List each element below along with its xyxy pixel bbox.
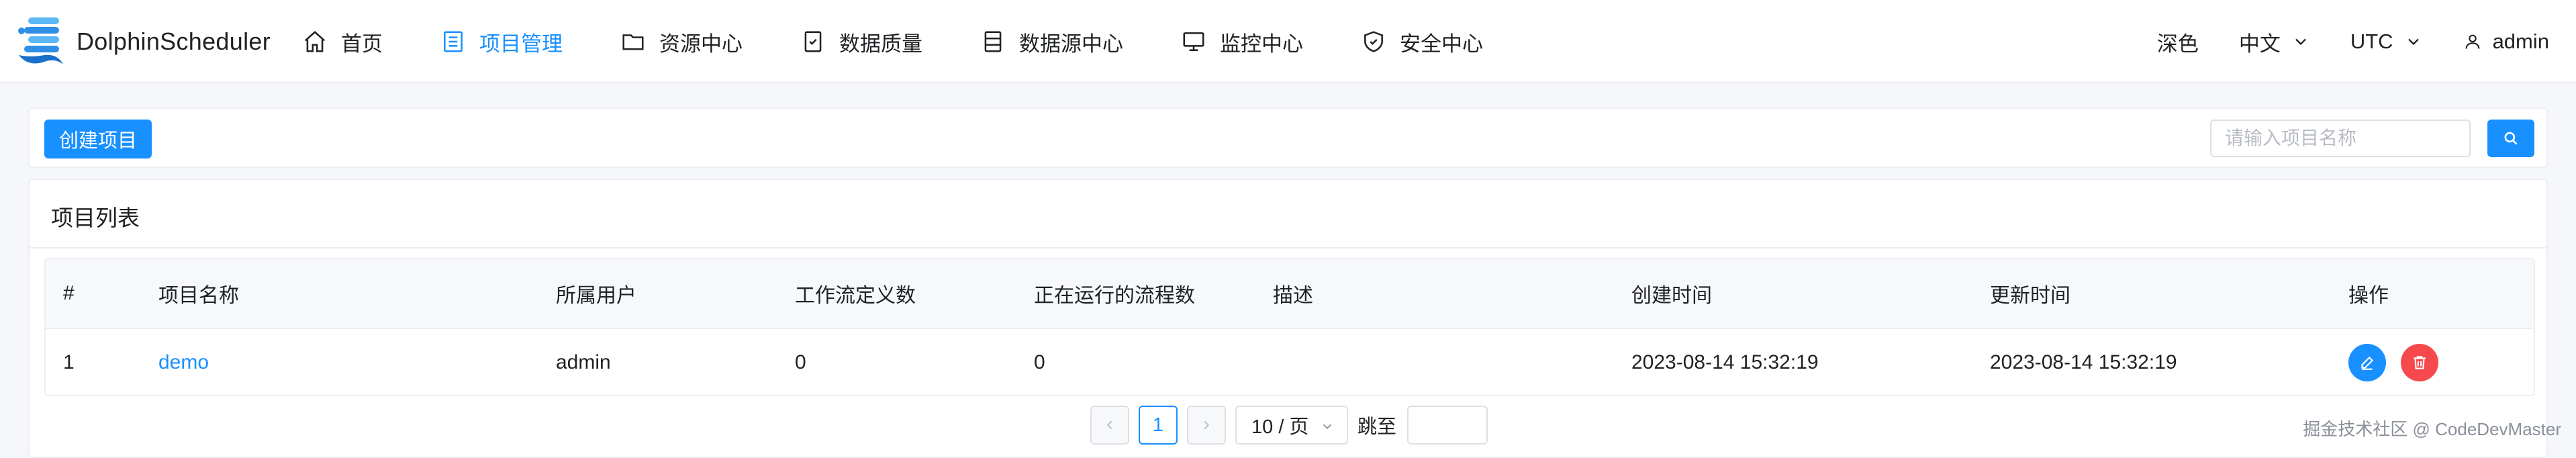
chevron-down-icon	[2407, 38, 2419, 46]
datasource-icon	[984, 31, 1002, 52]
app-logo[interactable]: DolphinScheduler	[15, 13, 271, 70]
edit-button[interactable]	[2348, 344, 2386, 381]
search-icon	[2504, 132, 2518, 145]
project-list-card: 项目列表 # 项目名称 所属用户 工作流定义数 正在运行的流程数 描述 创建时间…	[28, 179, 2548, 458]
dolphin-logo-icon	[18, 17, 63, 64]
project-name-link[interactable]: demo	[158, 329, 209, 395]
folder-icon	[622, 34, 644, 50]
user-icon	[2465, 34, 2479, 49]
theme-toggle[interactable]: 深色	[2157, 27, 2199, 57]
nav-item-project[interactable]: 项目管理	[440, 0, 563, 83]
page-size-label: 10 / 页	[1251, 416, 1309, 438]
row-actions	[2348, 329, 2453, 395]
row-user: admin	[556, 351, 611, 373]
chevron-right-icon	[1204, 420, 1210, 430]
nav-label: 项目管理	[479, 32, 563, 56]
row-workflow-count: 0	[795, 351, 806, 373]
next-page-button[interactable]	[1187, 406, 1226, 445]
language-label: 中文	[2238, 32, 2281, 56]
top-header: DolphinScheduler 首页 项目管理 资源中心 数据质量 数据源中心…	[0, 0, 2576, 83]
delete-button[interactable]	[2401, 344, 2438, 381]
search-button[interactable]	[2487, 120, 2534, 157]
pagination: 1 10 / 页 跳至	[30, 406, 2546, 446]
header-right: 深色 中文 UTC admin	[2117, 0, 2549, 83]
divider	[30, 247, 2546, 248]
column-header: #	[63, 282, 75, 304]
row-index: 1	[63, 351, 75, 373]
row-updated-time: 2023-08-14 15:32:19	[1990, 351, 2177, 373]
column-header: 操作	[2348, 285, 2389, 307]
main-nav: 首页 项目管理 资源中心 数据质量 数据源中心 监控中心 安全中心	[302, 0, 1541, 83]
nav-label: 首页	[341, 32, 383, 56]
table-row: 1 demo admin 0 0 2023-08-14 15:32:19 202…	[46, 329, 2534, 395]
theme-label: 深色	[2156, 32, 2199, 56]
monitor-icon	[1183, 32, 1204, 51]
column-header: 工作流定义数	[795, 285, 916, 307]
toolbar-card: 创建项目	[28, 107, 2548, 168]
watermark: 掘金技术社区 @ CodeDevMaster	[2303, 419, 2561, 439]
nav-label: 资源中心	[659, 32, 743, 56]
create-project-button[interactable]: 创建项目	[44, 120, 152, 158]
page-size-select[interactable]: 10 / 页	[1235, 406, 1348, 445]
project-list-title: 项目列表	[51, 205, 140, 230]
column-header: 项目名称	[158, 285, 239, 307]
nav-label: 安全中心	[1400, 32, 1483, 56]
shield-icon	[1364, 31, 1383, 52]
user-menu[interactable]: admin	[2463, 30, 2549, 54]
column-header: 描述	[1273, 285, 1313, 307]
nav-item-data-quality[interactable]: 数据质量	[800, 0, 922, 83]
row-running-count: 0	[1034, 351, 1045, 373]
user-name: admin	[2492, 30, 2549, 53]
nav-item-security[interactable]: 安全中心	[1361, 0, 1483, 83]
project-table: # 项目名称 所属用户 工作流定义数 正在运行的流程数 描述 创建时间 更新时间…	[44, 258, 2535, 396]
edit-icon	[2361, 356, 2374, 370]
row-created-time: 2023-08-14 15:32:19	[1631, 351, 1819, 373]
language-select[interactable]: 中文	[2239, 27, 2310, 57]
prev-page-button[interactable]	[1090, 406, 1129, 445]
nav-label: 监控中心	[1220, 32, 1303, 56]
column-header: 更新时间	[1990, 285, 2070, 307]
column-header: 所属用户	[556, 285, 636, 307]
nav-item-datasource[interactable]: 数据源中心	[980, 0, 1123, 83]
project-search-input[interactable]	[2210, 120, 2471, 157]
project-icon	[444, 31, 463, 52]
nav-label: 数据质量	[839, 32, 922, 56]
timezone-label: UTC	[2350, 30, 2393, 53]
nav-item-monitor[interactable]: 监控中心	[1181, 0, 1303, 83]
chevron-down-icon	[2295, 38, 2306, 46]
jump-label: 跳至	[1357, 416, 1397, 438]
nav-label: 数据源中心	[1019, 32, 1123, 56]
page-1-button[interactable]: 1	[1139, 406, 1178, 445]
jump-page-input[interactable]	[1407, 406, 1488, 445]
chevron-left-icon	[1106, 420, 1112, 430]
nav-item-home[interactable]: 首页	[302, 0, 383, 83]
app-name: DolphinScheduler	[77, 28, 271, 55]
chevron-down-icon	[1323, 424, 1332, 430]
home-icon	[304, 31, 326, 52]
column-header: 正在运行的流程数	[1034, 285, 1195, 307]
timezone-select[interactable]: UTC	[2350, 30, 2423, 54]
data-quality-icon	[804, 31, 822, 52]
trash-icon	[2414, 356, 2426, 369]
column-header: 创建时间	[1631, 285, 1712, 307]
nav-item-resource[interactable]: 资源中心	[620, 0, 743, 83]
table-header: # 项目名称 所属用户 工作流定义数 正在运行的流程数 描述 创建时间 更新时间…	[46, 259, 2534, 329]
